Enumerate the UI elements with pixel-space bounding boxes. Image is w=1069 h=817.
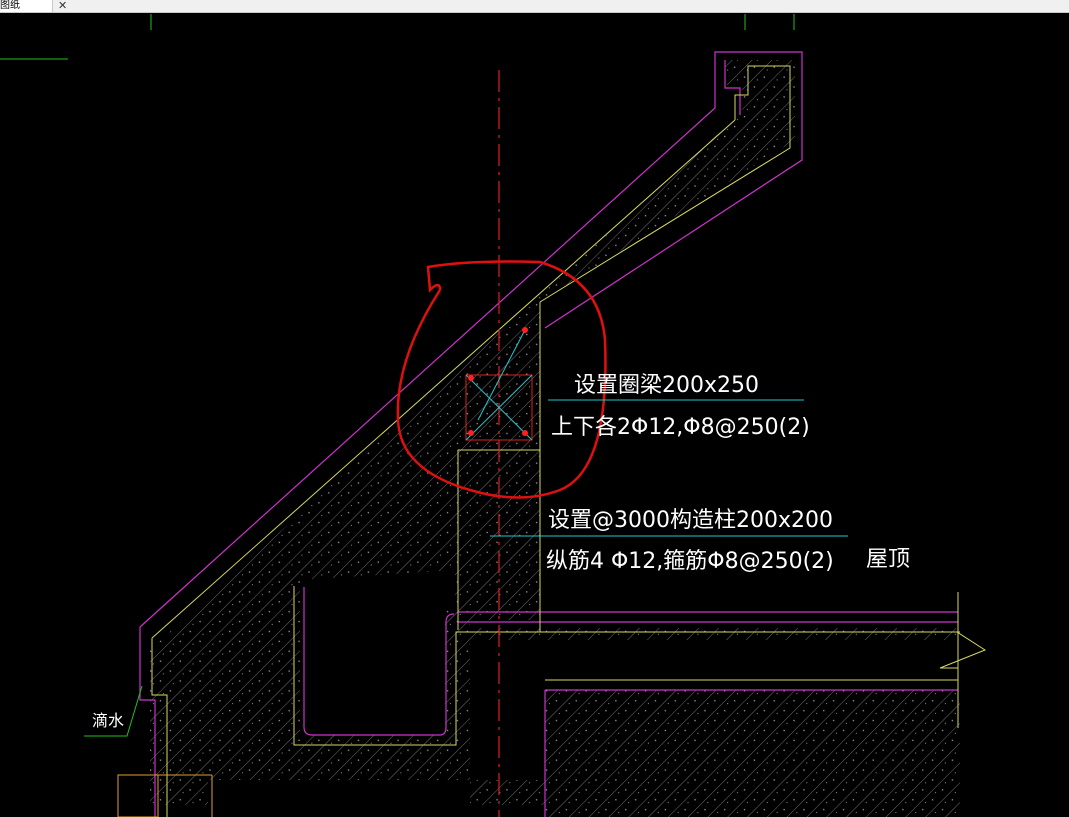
ring-beam-label-2: 上下各2Φ12,Φ8@250(2): [551, 415, 810, 440]
column-label-1: 设置@3000构造柱200x200: [548, 508, 833, 533]
cad-drawing-canvas[interactable]: 设置圈梁200x250 上下各2Φ12,Φ8@250(2) 设置@3000构造柱…: [0, 13, 1069, 817]
drip-label: 滴水: [92, 711, 124, 730]
drawing-tab[interactable]: 图纸: [0, 0, 53, 12]
grid-marks: [0, 14, 795, 60]
column-label-2: 纵筋4 Φ12,箍筋Φ8@250(2): [546, 549, 834, 574]
ring-beam-label-1: 设置圈梁200x250: [574, 373, 759, 398]
tab-strip: 图纸 ✕: [0, 0, 1069, 13]
drawing-tab-label: 图纸: [0, 0, 20, 11]
close-icon[interactable]: ✕: [58, 0, 67, 11]
roof-label: 屋顶: [866, 547, 910, 572]
